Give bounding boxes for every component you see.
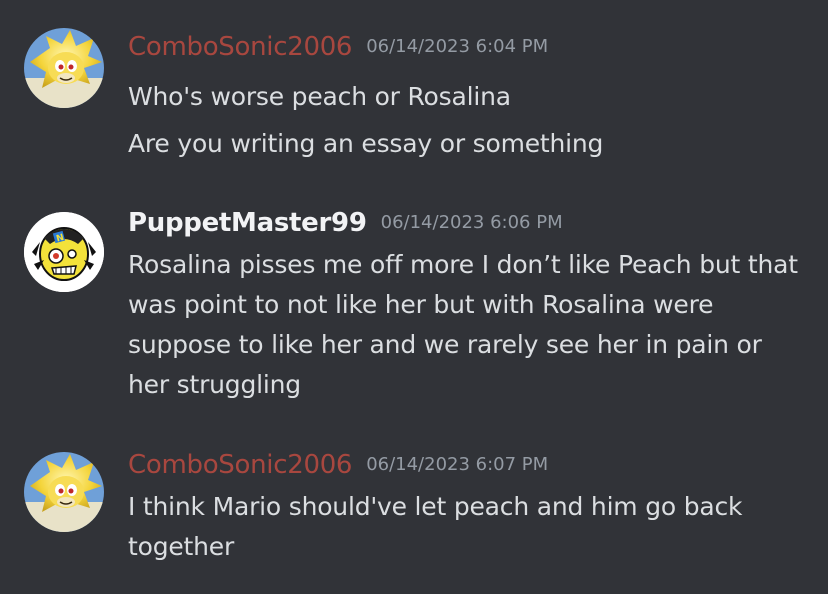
username[interactable]: ComboSonic2006 [128,450,352,480]
super-sonic-avatar-icon [24,28,104,108]
message-header: ComboSonic2006 06/14/2023 6:07 PM [128,450,548,480]
message-text: Who's worse peach or Rosalina [128,82,511,111]
avatar[interactable] [24,28,104,108]
message-text: I think Mario should've let peach and hi… [128,492,743,561]
timestamp: 06/14/2023 6:04 PM [366,36,549,57]
message-header: PuppetMaster99 06/14/2023 6:06 PM [128,208,563,238]
chat-log: ComboSonic2006 06/14/2023 6:04 PM Who's w… [0,0,828,594]
timestamp: 06/14/2023 6:07 PM [366,454,549,475]
message-text: Rosalina pisses me off more I don’t like… [128,250,798,399]
message-text: Are you writing an essay or something [128,129,604,158]
message-header: ComboSonic2006 06/14/2023 6:04 PM [128,32,548,62]
timestamp: 06/14/2023 6:06 PM [380,212,563,233]
username[interactable]: ComboSonic2006 [128,32,352,62]
neo-cortex-avatar-icon: N [24,212,104,292]
super-sonic-avatar-icon [24,452,104,532]
avatar[interactable]: N [24,212,104,292]
avatar[interactable] [24,452,104,532]
username[interactable]: PuppetMaster99 [128,208,367,238]
